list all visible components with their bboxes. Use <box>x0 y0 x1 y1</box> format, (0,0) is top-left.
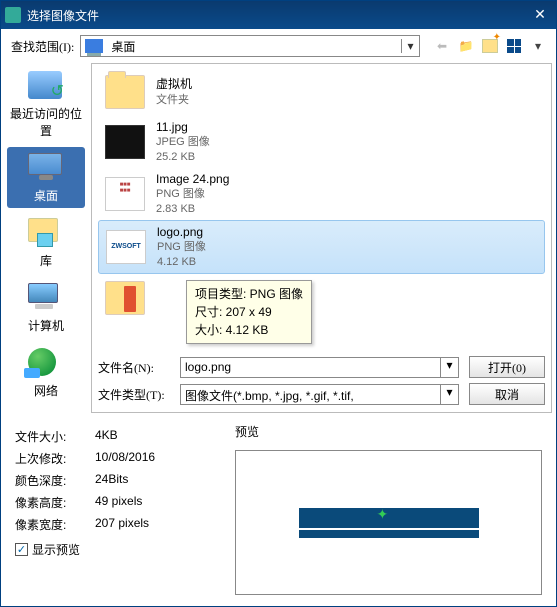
recent-icon <box>28 71 62 99</box>
places-bar: 最近访问的位置 桌面 库 计算机 网络 <box>1 63 91 413</box>
preview-column: 预览 <box>235 423 542 595</box>
place-computer[interactable]: 计算机 <box>7 277 85 338</box>
preview-image <box>299 508 479 538</box>
item-name: Image 24.png <box>156 171 229 187</box>
list-item[interactable]: ■■■■■■ Image 24.png PNG 图像 2.83 KB <box>98 168 545 220</box>
monitor-icon <box>28 153 62 175</box>
cancel-button[interactable]: 取消 <box>469 383 545 405</box>
list-item[interactable] <box>98 274 545 322</box>
item-type: 文件夹 <box>156 93 192 108</box>
filetype-value: 图像文件(*.bmp, *.jpg, *.gif, *.tif, <box>181 385 440 404</box>
window-title: 选择图像文件 <box>27 7 528 24</box>
name-rows: 文件名(N): logo.png ▾ 打开(0) 文件类型(T): 图像文件(*… <box>92 347 551 412</box>
app-icon <box>5 7 21 23</box>
tooltip-line: 尺寸: 207 x 49 <box>195 303 303 321</box>
info-key: 像素宽度: <box>15 516 95 533</box>
checkbox-icon: ✓ <box>15 543 28 556</box>
open-button[interactable]: 打开(0) <box>469 356 545 378</box>
tooltip: 项目类型: PNG 图像 尺寸: 207 x 49 大小: 4.12 KB <box>186 280 312 344</box>
info-key: 文件大小: <box>15 428 95 445</box>
place-recent-label: 最近访问的位置 <box>7 105 85 139</box>
image-thumb-icon <box>105 125 145 159</box>
place-library[interactable]: 库 <box>7 212 85 273</box>
image-thumb-icon: ■■■■■■ <box>105 177 145 211</box>
new-folder-icon[interactable] <box>482 38 498 54</box>
file-list[interactable]: 虚拟机 文件夹 11.jpg JPEG 图像 25.2 KB ■■■■■■ Im… <box>92 64 551 347</box>
lookin-value: 桌面 <box>107 38 401 55</box>
list-item[interactable]: 虚拟机 文件夹 <box>98 68 545 116</box>
info-val: 207 pixels <box>95 516 149 533</box>
lower-panel: 文件大小:4KB 上次修改:10/08/2016 颜色深度:24Bits 像素高… <box>1 413 556 603</box>
image-thumb-icon: ZWSOFT <box>106 230 146 264</box>
info-val: 4KB <box>95 428 118 445</box>
view-grid-icon[interactable] <box>506 38 522 54</box>
tooltip-line: 项目类型: PNG 图像 <box>195 285 303 303</box>
item-size: 2.83 KB <box>156 202 229 217</box>
preview-box <box>235 450 542 595</box>
place-network-label: 网络 <box>34 382 58 399</box>
item-type: JPEG 图像 <box>156 135 210 150</box>
place-network[interactable]: 网络 <box>7 342 85 403</box>
back-icon[interactable]: ⬅ <box>434 38 450 54</box>
filetype-label: 文件类型(T): <box>98 386 170 403</box>
info-val: 24Bits <box>95 472 128 489</box>
folder-icon <box>105 281 145 315</box>
lookin-combo[interactable]: 桌面 ▾ <box>80 35 420 57</box>
info-key: 上次修改: <box>15 450 95 467</box>
place-desktop[interactable]: 桌面 <box>7 147 85 208</box>
info-key: 颜色深度: <box>15 472 95 489</box>
item-type: PNG 图像 <box>157 240 206 255</box>
item-size: 4.12 KB <box>157 255 206 270</box>
filename-input[interactable]: logo.png ▾ <box>180 357 459 378</box>
info-val: 49 pixels <box>95 494 142 511</box>
view-dropdown-icon[interactable]: ▾ <box>530 38 546 54</box>
info-val: 10/08/2016 <box>95 450 155 467</box>
item-size: 25.2 KB <box>156 150 210 165</box>
computer-icon <box>28 283 58 303</box>
desktop-icon <box>85 39 103 53</box>
chevron-down-icon[interactable]: ▾ <box>440 358 458 377</box>
item-name: logo.png <box>157 224 206 240</box>
body: 最近访问的位置 桌面 库 计算机 网络 虚拟机 文件夹 <box>1 63 556 413</box>
library-icon <box>28 218 58 242</box>
titlebar: 选择图像文件 ✕ <box>1 1 556 29</box>
info-key: 像素高度: <box>15 494 95 511</box>
item-name: 11.jpg <box>156 119 210 135</box>
tooltip-line: 大小: 4.12 KB <box>195 321 303 339</box>
toolbar: 查找范围(I): 桌面 ▾ ⬅ 📁 ▾ <box>1 29 556 63</box>
show-preview-label: 显示预览 <box>32 541 80 558</box>
file-pane: 虚拟机 文件夹 11.jpg JPEG 图像 25.2 KB ■■■■■■ Im… <box>91 63 552 413</box>
filename-label: 文件名(N): <box>98 359 170 376</box>
place-desktop-label: 桌面 <box>34 187 58 204</box>
preview-header: 预览 <box>235 423 542 440</box>
item-name: 虚拟机 <box>156 76 192 92</box>
list-item[interactable]: ZWSOFT logo.png PNG 图像 4.12 KB <box>98 220 545 274</box>
folder-icon <box>105 75 145 109</box>
info-column: 文件大小:4KB 上次修改:10/08/2016 颜色深度:24Bits 像素高… <box>15 423 215 595</box>
chevron-down-icon[interactable]: ▾ <box>440 385 458 404</box>
close-icon[interactable]: ✕ <box>528 5 552 25</box>
filetype-input[interactable]: 图像文件(*.bmp, *.jpg, *.gif, *.tif, ▾ <box>180 384 459 405</box>
place-library-label: 库 <box>40 252 52 269</box>
toolbar-icons: ⬅ 📁 ▾ <box>434 38 546 54</box>
chevron-down-icon[interactable]: ▾ <box>401 39 419 53</box>
up-icon[interactable]: 📁 <box>458 38 474 54</box>
item-type: PNG 图像 <box>156 187 229 202</box>
place-computer-label: 计算机 <box>28 317 64 334</box>
lookin-label: 查找范围(I): <box>11 38 74 55</box>
place-recent[interactable]: 最近访问的位置 <box>7 65 85 143</box>
network-icon <box>28 348 56 376</box>
show-preview-checkbox[interactable]: ✓ 显示预览 <box>15 541 215 558</box>
filename-value: logo.png <box>181 358 440 377</box>
list-item[interactable]: 11.jpg JPEG 图像 25.2 KB <box>98 116 545 168</box>
